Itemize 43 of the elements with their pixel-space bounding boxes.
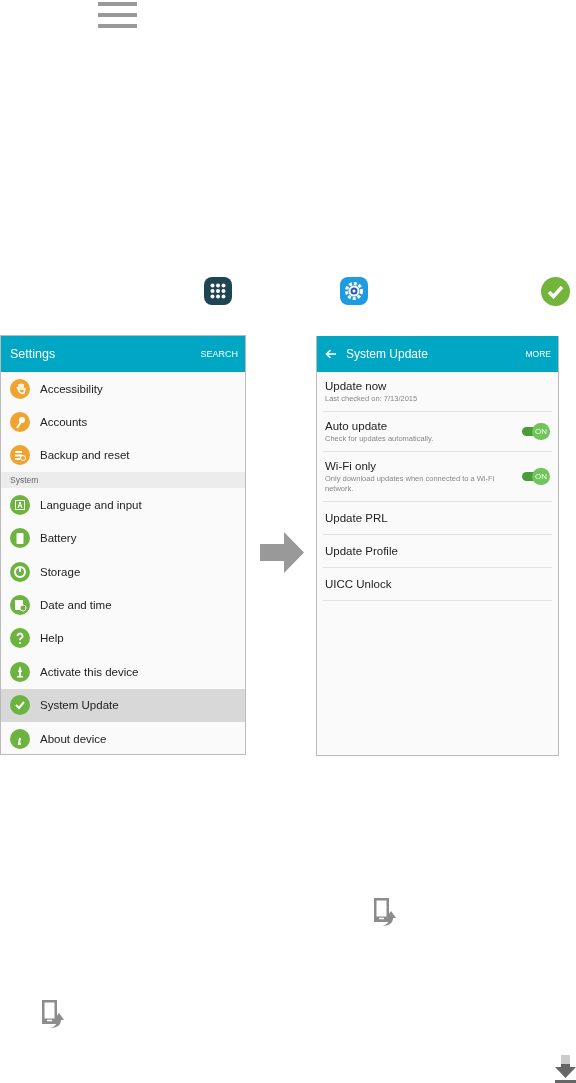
menu-icon	[98, 2, 137, 28]
settings-row[interactable]: Update Profile	[323, 535, 552, 568]
item-label: About device	[40, 732, 107, 745]
item-label: Backup and reset	[40, 449, 130, 462]
row-label: Wi-Fi only	[325, 459, 378, 472]
check-icon	[541, 277, 570, 306]
screen-title: System Update	[346, 347, 430, 361]
item-label: System Update	[40, 699, 119, 712]
item-label: Accessibility	[40, 382, 103, 395]
settings-item[interactable]: Activate this device	[1, 655, 245, 689]
item-label: Language and input	[40, 498, 142, 511]
settings-item[interactable]: Date and time	[1, 588, 245, 622]
download-icon	[555, 1055, 576, 1083]
item-label: Battery	[40, 532, 77, 545]
settings-item[interactable]: Storage	[1, 554, 245, 589]
settings-row[interactable]: UICC Unlock	[323, 568, 552, 601]
item-label: Help	[40, 632, 64, 645]
row-label: Update now	[325, 379, 388, 392]
settings-item[interactable]: Language and input	[1, 488, 245, 522]
item-label: Date and time	[40, 599, 112, 612]
apps-icon	[204, 277, 232, 305]
back-icon[interactable]	[325, 349, 336, 359]
row-label: UICC Unlock	[325, 578, 393, 590]
settings-item[interactable]: Battery	[1, 521, 245, 555]
settings-item[interactable]: About device	[1, 721, 245, 756]
item-label: Accounts	[40, 416, 88, 429]
settings-item[interactable]: Accounts	[1, 405, 245, 439]
settings-item[interactable]: Backup and reset	[1, 438, 245, 473]
settings-row[interactable]: Update PRL	[323, 502, 552, 535]
row-label: Update PRL	[325, 512, 389, 524]
settings-item[interactable]: Help	[1, 621, 245, 656]
settings-icon	[340, 277, 368, 305]
phone-update-icon	[41, 1000, 65, 1029]
phone-update-icon	[373, 898, 397, 927]
section-header: System	[1, 472, 245, 489]
row-label: Update Profile	[325, 545, 399, 557]
item-label: Storage	[40, 565, 81, 578]
row-label: Auto update	[325, 419, 389, 432]
arrow-icon	[260, 532, 304, 573]
settings-item[interactable]: System Update	[1, 688, 245, 722]
screen-title: Settings	[10, 347, 56, 361]
settings-item[interactable]: Accessibility	[1, 372, 245, 406]
item-label: Activate this device	[40, 665, 139, 678]
